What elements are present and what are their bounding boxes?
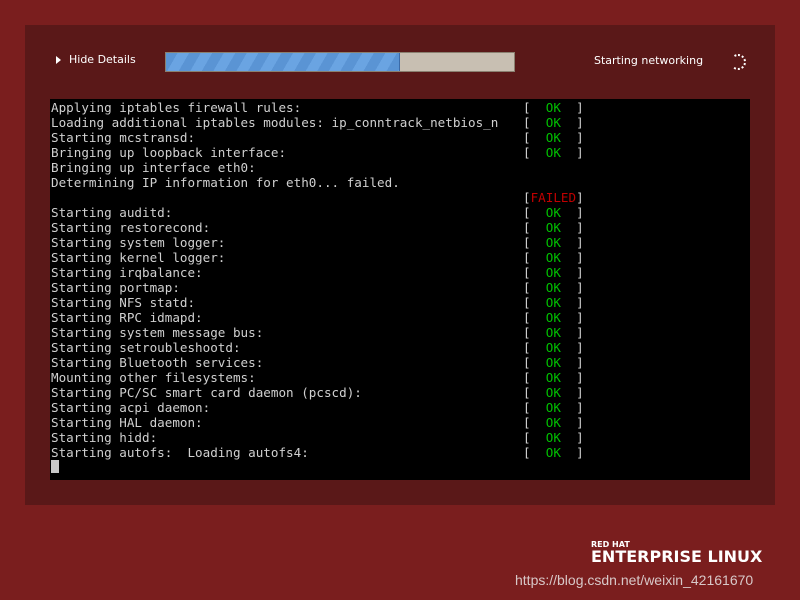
status-ok: [ OK ] [523,220,584,235]
console-line: Starting system logger: [51,235,226,250]
status-ok: [ OK ] [523,265,584,280]
console-line: Mounting other filesystems: [51,370,256,385]
progress-fill [166,53,401,71]
status-ok: [ OK ] [523,445,584,460]
console-line: Starting Bluetooth services: [51,355,264,370]
status-word: OK [545,220,561,235]
console-line: Starting hidd: [51,430,158,445]
status-ok: [ OK ] [523,205,584,220]
logo-line2: ENTERPRISE LINUX [591,547,763,566]
console-line: Starting system message bus: [51,325,264,340]
status-ok: [ OK ] [523,100,584,115]
status-word: OK [545,400,561,415]
status-ok: [ OK ] [523,400,584,415]
status-ok: [ OK ] [523,280,584,295]
status-word: OK [545,295,561,310]
status-word: OK [545,370,561,385]
status-word: OK [545,310,561,325]
status-ok: [ OK ] [523,130,584,145]
status-ok: [ OK ] [523,250,584,265]
status-word: OK [545,100,561,115]
console-line: Starting mcstransd: [51,130,196,145]
status-word: OK [545,445,561,460]
status-ok: [ OK ] [523,145,584,160]
console-line: Starting irqbalance: [51,265,203,280]
console-line: Starting portmap: [51,280,180,295]
console-line: Starting restorecond: [51,220,211,235]
status-word: OK [545,205,561,220]
watermark: https://blog.csdn.net/weixin_42161670 [515,572,754,588]
console-line: Determining IP information for eth0... f… [51,175,400,190]
console-line: Starting PC/SC smart card daemon (pcscd)… [51,385,362,400]
status-ok: [ OK ] [523,430,584,445]
console-line: Starting acpi daemon: [51,400,211,415]
status-word: OK [545,280,561,295]
console-line: Starting kernel logger: [51,250,226,265]
status-word: OK [545,235,561,250]
console-line: Loading additional iptables modules: ip_… [51,115,499,130]
redhat-logo: RED HAT ENTERPRISE LINUX [591,540,762,566]
status-word: OK [545,355,561,370]
status-ok: [ OK ] [523,355,584,370]
status-word: OK [545,430,561,445]
status-word: OK [545,115,561,130]
console-line: Applying iptables firewall rules: [51,100,302,115]
boot-progress-bar [165,52,515,72]
console-line: Bringing up interface eth0: [51,160,256,175]
boot-console: Applying iptables firewall rules: [ OK ] L… [50,99,750,480]
status-ok: [ OK ] [523,310,584,325]
status-ok: [ OK ] [523,385,584,400]
status-word: OK [545,415,561,430]
console-line: Starting autofs: Loading autofs4: [51,445,309,460]
status-word: OK [545,265,561,280]
status-word: OK [545,385,561,400]
status-ok: [ OK ] [523,115,584,130]
status-ok: [ OK ] [523,370,584,385]
triangle-icon [56,55,61,64]
status-word: OK [545,250,561,265]
status-word: OK [545,145,561,160]
text-cursor [51,460,59,473]
status-ok: [ OK ] [523,325,584,340]
status-word: OK [545,130,561,145]
status-ok: [ OK ] [523,415,584,430]
console-line: Bringing up loopback interface: [51,145,287,160]
status-word: FAILED [530,190,577,205]
status-ok: [ OK ] [523,235,584,250]
console-line: Starting RPC idmapd: [51,310,203,325]
console-line: Starting NFS statd: [51,295,196,310]
status-failed: [FAILED] [523,190,584,205]
spinner-icon [730,54,746,70]
status-ok: [ OK ] [523,295,584,310]
status-word: OK [545,325,561,340]
hide-details-toggle[interactable]: Hide Details [56,53,136,66]
console-line: Starting auditd: [51,205,173,220]
hide-details-label: Hide Details [69,53,136,66]
status-word: OK [545,340,561,355]
status-text: Starting networking [594,54,704,67]
status-ok: [ OK ] [523,340,584,355]
console-line: Starting setroubleshootd: [51,340,241,355]
console-line: Starting HAL daemon: [51,415,203,430]
